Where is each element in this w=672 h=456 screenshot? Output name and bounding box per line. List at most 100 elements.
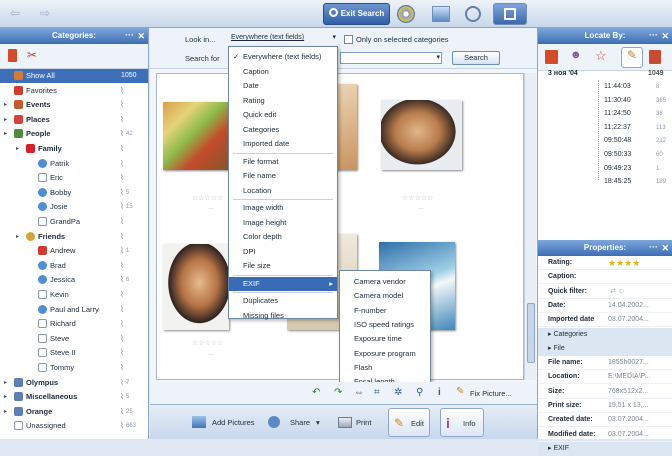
rotate-left-icon[interactable]: ↶ (312, 387, 320, 398)
category-item[interactable]: ▸ Orange ⌇ 25 (0, 405, 148, 419)
expand-icon[interactable]: ▸ (4, 127, 7, 141)
settings-icon[interactable]: ✲ (394, 387, 402, 398)
flip-icon[interactable]: ⇔ (354, 387, 364, 398)
submenu-item[interactable]: Exposure program (340, 347, 430, 361)
category-item[interactable]: Eric ⌇ (0, 171, 148, 185)
property-value[interactable]: 03.07.2004... (608, 313, 649, 327)
time-entry[interactable]: 09:50:48 (604, 134, 631, 148)
submenu-item[interactable]: Camera vendor (340, 275, 430, 289)
dropdown-item[interactable]: Image width (229, 201, 337, 215)
photo-thumbnail[interactable] (381, 100, 462, 170)
property-value[interactable]: 1855h0027... (608, 356, 649, 370)
dropdown-item[interactable]: DPI (229, 245, 337, 259)
category-item[interactable]: ▸ Friends ⌇ (0, 230, 148, 244)
share-button[interactable]: Share ▾ (268, 408, 326, 437)
property-value[interactable]: 03.07.2004... (608, 428, 649, 442)
category-item[interactable]: Show All 1050 (0, 69, 148, 83)
expand-icon[interactable]: ▸ (4, 98, 7, 112)
close-icon[interactable]: ✕ (137, 28, 145, 44)
panel-menu-icon[interactable]: ··· (649, 27, 658, 43)
category-item[interactable]: Richard ⌇ (0, 317, 148, 331)
info-button[interactable]: i Info (440, 408, 484, 437)
time-entry[interactable]: 11:44:03 (604, 80, 631, 94)
category-item[interactable]: Unassigned ⌇ 663 (0, 419, 148, 433)
fix-picture-button[interactable]: Fix Picture... (470, 389, 512, 398)
dropdown-item[interactable]: Image height (229, 216, 337, 230)
dropdown-item[interactable]: File name (229, 169, 337, 183)
crop-icon[interactable]: ⌗ (374, 387, 380, 398)
more-icon[interactable]: ... (418, 204, 424, 211)
only-selected-checkbox[interactable] (344, 35, 353, 44)
property-value[interactable]: 19,51 x 13,... (608, 399, 648, 413)
property-value[interactable]: 768x512x2... (608, 385, 648, 399)
category-item[interactable]: Paul and Larry ⌇ (0, 303, 148, 317)
submenu-item[interactable]: Exposure time (340, 332, 430, 346)
submenu-item[interactable]: ISO speed ratings (340, 318, 430, 332)
exif-section[interactable]: ▸ EXIF (538, 441, 672, 456)
dropdown-item[interactable]: Categories (229, 123, 337, 137)
category-item[interactable]: Tommy ⌇ (0, 361, 148, 375)
photo-thumbnail[interactable] (163, 102, 233, 170)
dropdown-item[interactable]: Rating (229, 94, 337, 108)
property-value[interactable]: E:\MEDIA\P... (608, 370, 650, 384)
time-entry[interactable]: 09:50:33 (604, 148, 631, 162)
submenu-item[interactable]: F-number (340, 304, 430, 318)
category-item[interactable]: Patrik ⌇ (0, 157, 148, 171)
dropdown-item[interactable]: Everywhere (text fields) ✓ (229, 50, 337, 64)
delete-category-icon[interactable]: ✂ (27, 48, 37, 62)
expand-icon[interactable]: ▸ (4, 376, 7, 390)
new-category-icon[interactable] (8, 49, 17, 62)
rating-stars[interactable]: ☆☆☆☆☆ (192, 194, 223, 202)
category-item[interactable]: Jessica ⌇ 6 (0, 273, 148, 287)
view-mode-button[interactable] (493, 3, 527, 25)
property-value[interactable]: 14.04.2002... (608, 299, 649, 313)
more-icon[interactable]: ... (208, 204, 214, 211)
forward-arrow-icon[interactable]: ⇨ (34, 5, 56, 22)
category-item[interactable]: GrandPa ⌇ (0, 215, 148, 229)
category-item[interactable]: ▸ Miscellaneous ⌇ 5 (0, 390, 148, 404)
more-icon[interactable]: ... (208, 350, 214, 357)
submenu-item[interactable]: Camera model (340, 289, 430, 303)
categories-section[interactable]: ▸ Categories (538, 327, 672, 342)
close-icon[interactable]: ✕ (661, 240, 669, 256)
category-item[interactable]: Favorites ⌇ (0, 84, 148, 98)
search-input[interactable]: ▾ (340, 52, 442, 64)
expand-icon[interactable]: ▸ (16, 142, 19, 156)
info-icon[interactable]: i (438, 387, 441, 398)
exit-search-button[interactable]: Exit Search (323, 3, 390, 25)
back-arrow-icon[interactable]: ⇦ (4, 5, 26, 22)
time-entry[interactable]: 11:22:37 (604, 121, 631, 135)
dropdown-item[interactable]: Missing files (229, 309, 337, 323)
dropdown-item[interactable]: Duplicates (229, 294, 337, 308)
category-item[interactable]: Andrew ⌇ 1 (0, 244, 148, 258)
close-icon[interactable]: ✕ (661, 28, 669, 44)
people-icon[interactable]: ☻ (570, 49, 582, 61)
category-item[interactable]: ▸ Family ⌇ (0, 142, 148, 156)
expand-icon[interactable]: ▸ (4, 390, 7, 404)
star-icon[interactable]: ☆ (595, 48, 607, 64)
dropdown-item[interactable]: Color depth (229, 230, 337, 244)
dropdown-item[interactable]: Quick edit (229, 108, 337, 122)
category-item[interactable]: Steve ⌇ (0, 332, 148, 346)
scrollbar-thumb[interactable] (527, 303, 535, 363)
category-item[interactable]: ▸ Olympus ⌇ 7 (0, 376, 148, 390)
dropdown-item[interactable]: Imported date (229, 137, 337, 151)
expand-icon[interactable]: ▸ (16, 230, 19, 244)
look-in-select[interactable]: Everywhere (text fields) ▾ (228, 33, 338, 45)
dropdown-item[interactable]: Location (229, 184, 337, 198)
panel-menu-icon[interactable]: ··· (125, 27, 134, 43)
category-item[interactable]: Steve II ⌇ (0, 346, 148, 360)
expand-icon[interactable]: ▸ (4, 113, 7, 127)
print-button[interactable]: Print (338, 408, 378, 437)
filter-icon[interactable]: ⇄ ☺ (610, 285, 625, 299)
file-section[interactable]: ▸ File (538, 341, 672, 356)
search-button[interactable]: Search (452, 51, 500, 65)
submenu-item[interactable]: Flash (340, 361, 430, 375)
dropdown-item[interactable]: EXIF ▸ (229, 276, 337, 291)
category-item[interactable]: Josie ⌇ 15 (0, 200, 148, 214)
rating-stars[interactable]: ★★★★ (608, 256, 640, 270)
rating-stars[interactable]: ☆☆☆☆☆ (192, 339, 223, 347)
calendar-icon[interactable] (545, 50, 558, 64)
dropdown-item[interactable]: File size (229, 259, 337, 273)
category-item[interactable]: Kevin ⌇ (0, 288, 148, 302)
